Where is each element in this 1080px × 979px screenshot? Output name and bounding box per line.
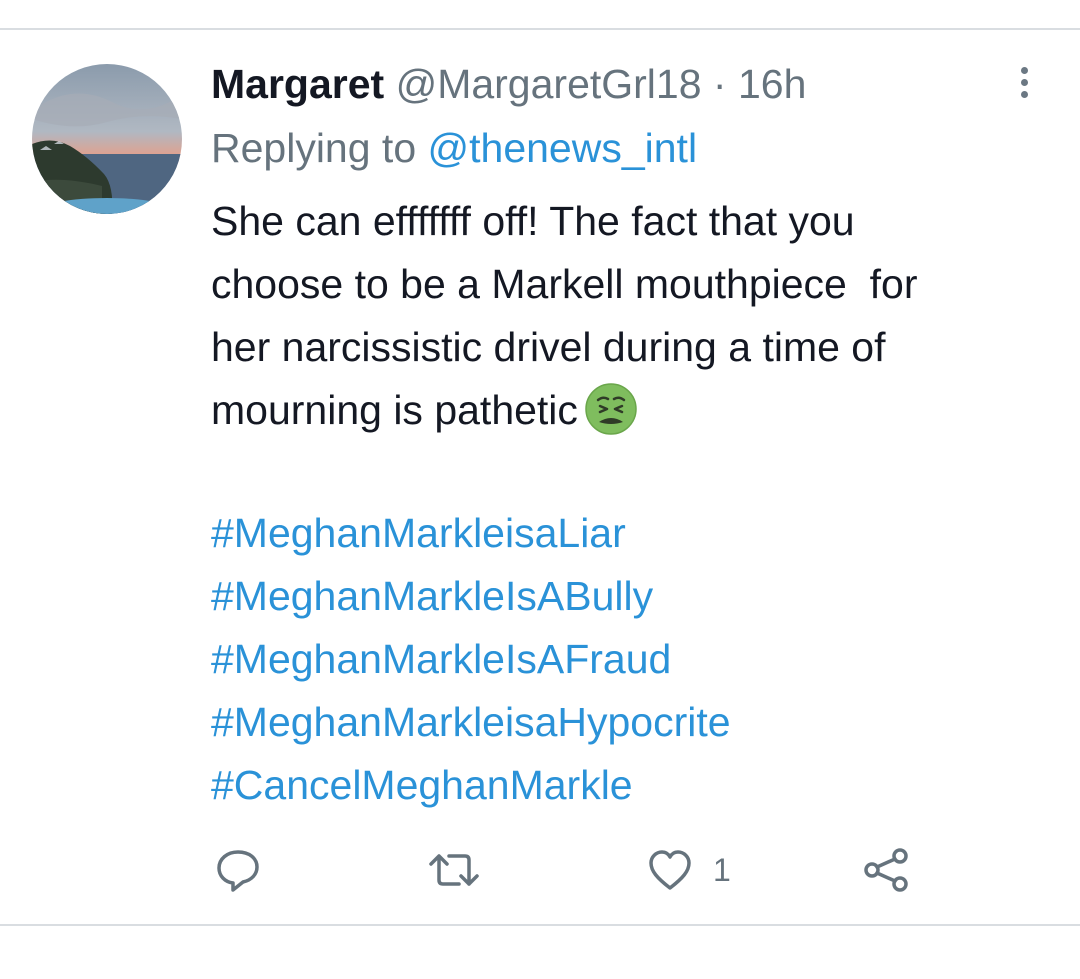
hashtag-list: #MeghanMarkleisaLiar #MeghanMarkleIsABul…	[211, 502, 731, 817]
tweet-text: She can efffffff off! The fact that you …	[211, 190, 1051, 442]
tweet-text-line: mourning is pathetic	[211, 387, 578, 433]
nauseated-face-icon	[584, 382, 638, 436]
tweet-text-line-last: mourning is pathetic	[211, 379, 1051, 442]
top-divider	[0, 28, 1080, 30]
more-dot-icon	[1020, 66, 1028, 74]
reply-icon	[217, 850, 259, 892]
hashtag-link[interactable]: #MeghanMarkleisaLiar	[211, 502, 731, 565]
tweet-text-line: her narcissistic drivel during a time of	[211, 324, 886, 370]
tweet-text-line: She can efffffff off! The fact that you	[211, 198, 855, 244]
hashtag-link[interactable]: #CancelMeghanMarkle	[211, 754, 731, 817]
hashtag-link[interactable]: #MeghanMarkleisaHypocrite	[211, 691, 731, 754]
hashtag-link[interactable]: #MeghanMarkleIsABully	[211, 565, 731, 628]
replying-prefix: Replying to	[211, 125, 428, 171]
tweet-timestamp[interactable]: 16h	[738, 61, 806, 107]
share-button[interactable]	[862, 845, 910, 895]
replying-to-line: Replying to @thenews_intl	[211, 122, 697, 174]
user-handle[interactable]: @MargaretGrl18	[396, 61, 702, 107]
bottom-divider	[0, 924, 1080, 926]
tweet-header: Margaret @MargaretGrl18 · 16h	[211, 58, 806, 110]
retweet-icon	[429, 854, 479, 886]
display-name[interactable]: Margaret	[211, 61, 384, 107]
replying-to-mention[interactable]: @thenews_intl	[428, 125, 698, 171]
more-dot-icon	[1020, 78, 1028, 86]
like-count: 1	[713, 851, 731, 888]
share-icon	[864, 848, 908, 892]
retweet-button[interactable]	[427, 845, 481, 895]
like-button[interactable]: 1	[647, 845, 731, 895]
tweet-actions: 1	[0, 845, 1080, 895]
reply-button[interactable]	[214, 845, 262, 895]
tweet-text-line: choose to be a Markell mouthpiece for	[211, 261, 918, 307]
meta-separator: ·	[701, 61, 738, 107]
hashtag-link[interactable]: #MeghanMarkleIsAFraud	[211, 628, 731, 691]
more-options-button[interactable]	[1008, 62, 1040, 102]
heart-icon	[649, 850, 691, 890]
avatar[interactable]	[32, 64, 182, 214]
more-dot-icon	[1020, 90, 1028, 98]
avatar-image	[32, 64, 182, 214]
